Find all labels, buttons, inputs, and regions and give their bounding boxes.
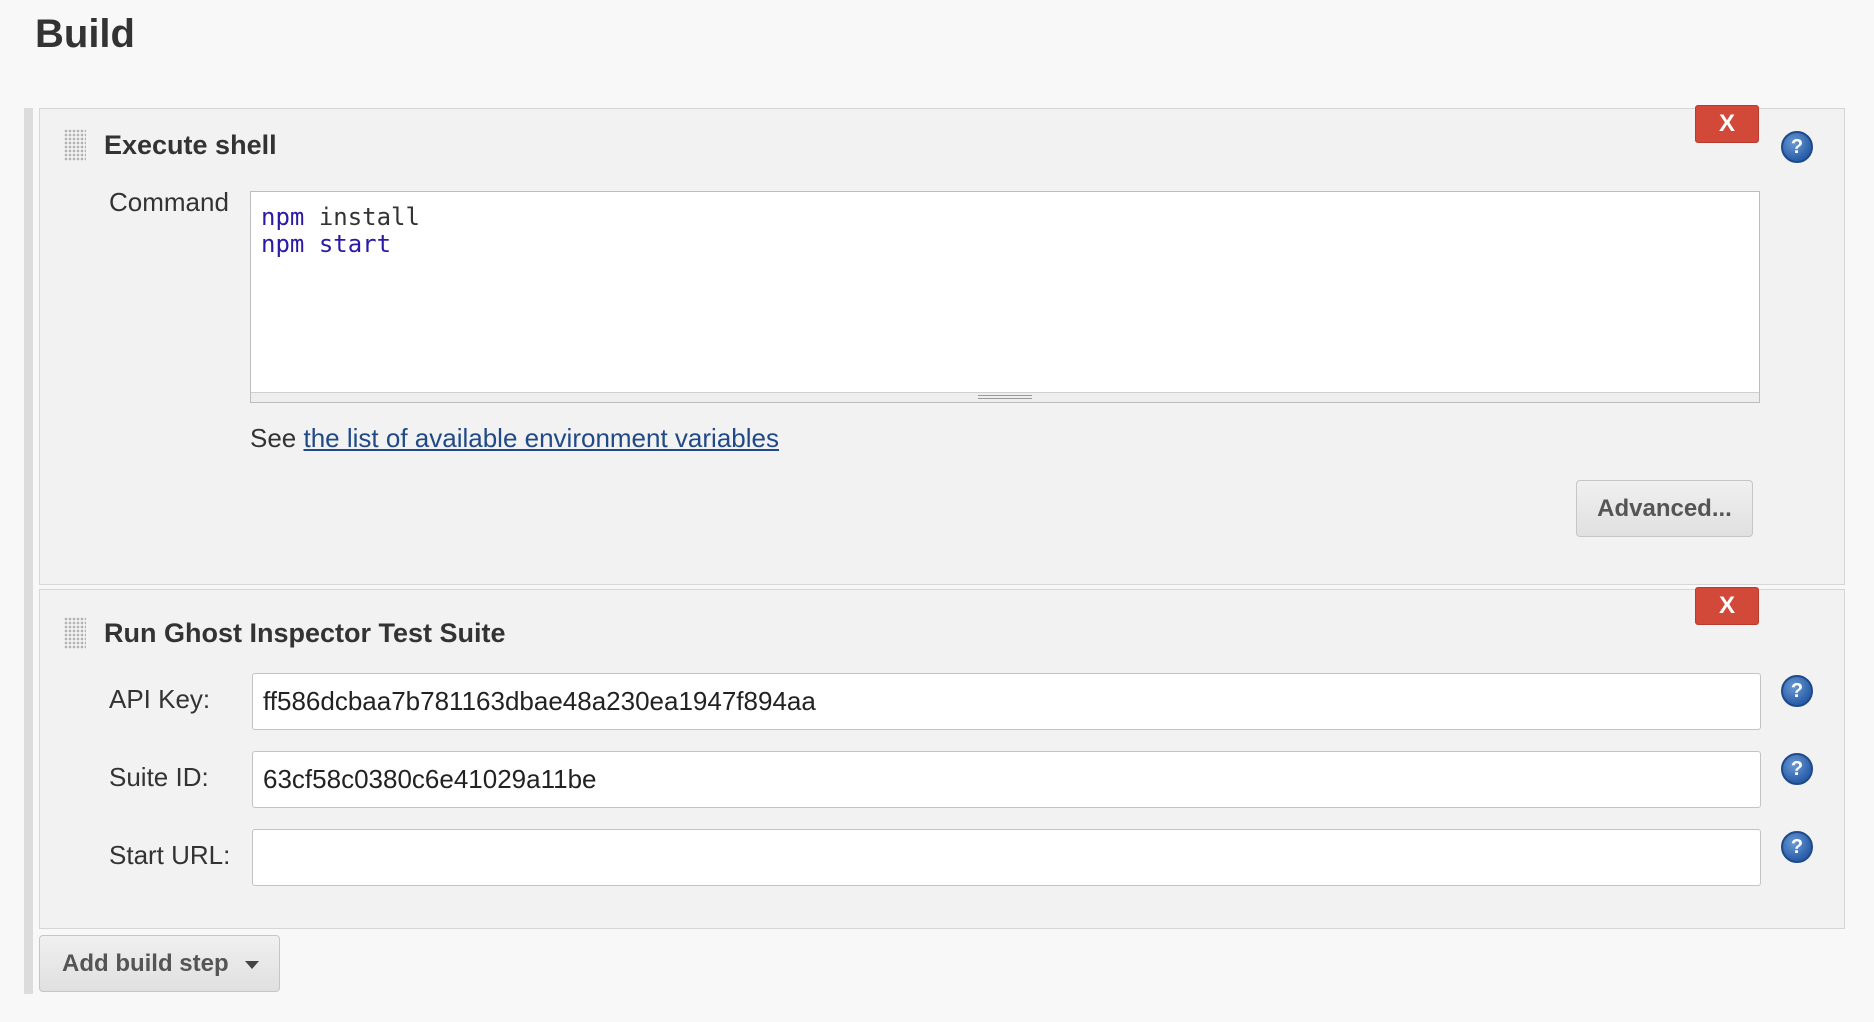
env-vars-link[interactable]: the list of available environment variab… <box>304 423 779 453</box>
question-mark-icon[interactable]: ? <box>1781 753 1813 785</box>
chevron-down-icon <box>245 961 259 969</box>
see-prefix: See <box>250 423 297 453</box>
build-config-page: Build Execute shell X ? Command npm inst… <box>0 0 1874 1022</box>
advanced-button[interactable]: Advanced... <box>1576 480 1753 537</box>
add-build-step-button[interactable]: Add build step <box>39 935 280 992</box>
ghost-inspector-panel: Run Ghost Inspector Test Suite X API Key… <box>39 587 1845 929</box>
add-build-step-label: Add build step <box>62 949 229 977</box>
execute-shell-panel: Execute shell X ? Command npm install np… <box>39 105 1845 585</box>
env-vars-hint: See the list of available environment va… <box>250 423 779 454</box>
left-rail <box>24 108 33 994</box>
question-mark-icon[interactable]: ? <box>1781 831 1813 863</box>
command-label: Command <box>109 187 229 217</box>
drag-handle-icon[interactable] <box>64 617 86 649</box>
delete-step-button[interactable]: X <box>1695 587 1759 625</box>
textarea-resize-handle[interactable] <box>251 392 1759 402</box>
command-textarea[interactable]: npm install npm start <box>250 191 1760 403</box>
delete-step-button[interactable]: X <box>1695 105 1759 143</box>
command-code[interactable]: npm install npm start <box>261 204 420 258</box>
drag-handle-icon[interactable] <box>64 129 86 161</box>
question-mark-icon[interactable]: ? <box>1781 131 1813 163</box>
shell-argument: install <box>318 203 420 231</box>
shell-keyword: npm <box>261 203 305 231</box>
api-key-label: API Key: <box>109 684 211 714</box>
start-url-label: Start URL: <box>109 840 231 870</box>
step-title: Execute shell <box>104 130 277 160</box>
shell-argument: start <box>318 230 392 258</box>
question-mark-icon[interactable]: ? <box>1781 675 1813 707</box>
suite-id-label: Suite ID: <box>109 762 209 792</box>
step-title: Run Ghost Inspector Test Suite <box>104 618 506 648</box>
shell-keyword: npm <box>261 230 305 258</box>
start-url-input[interactable] <box>252 829 1761 886</box>
suite-id-input[interactable] <box>252 751 1761 808</box>
api-key-input[interactable] <box>252 673 1761 730</box>
resize-grip-icon[interactable] <box>978 395 1032 399</box>
section-title: Build <box>35 12 135 56</box>
